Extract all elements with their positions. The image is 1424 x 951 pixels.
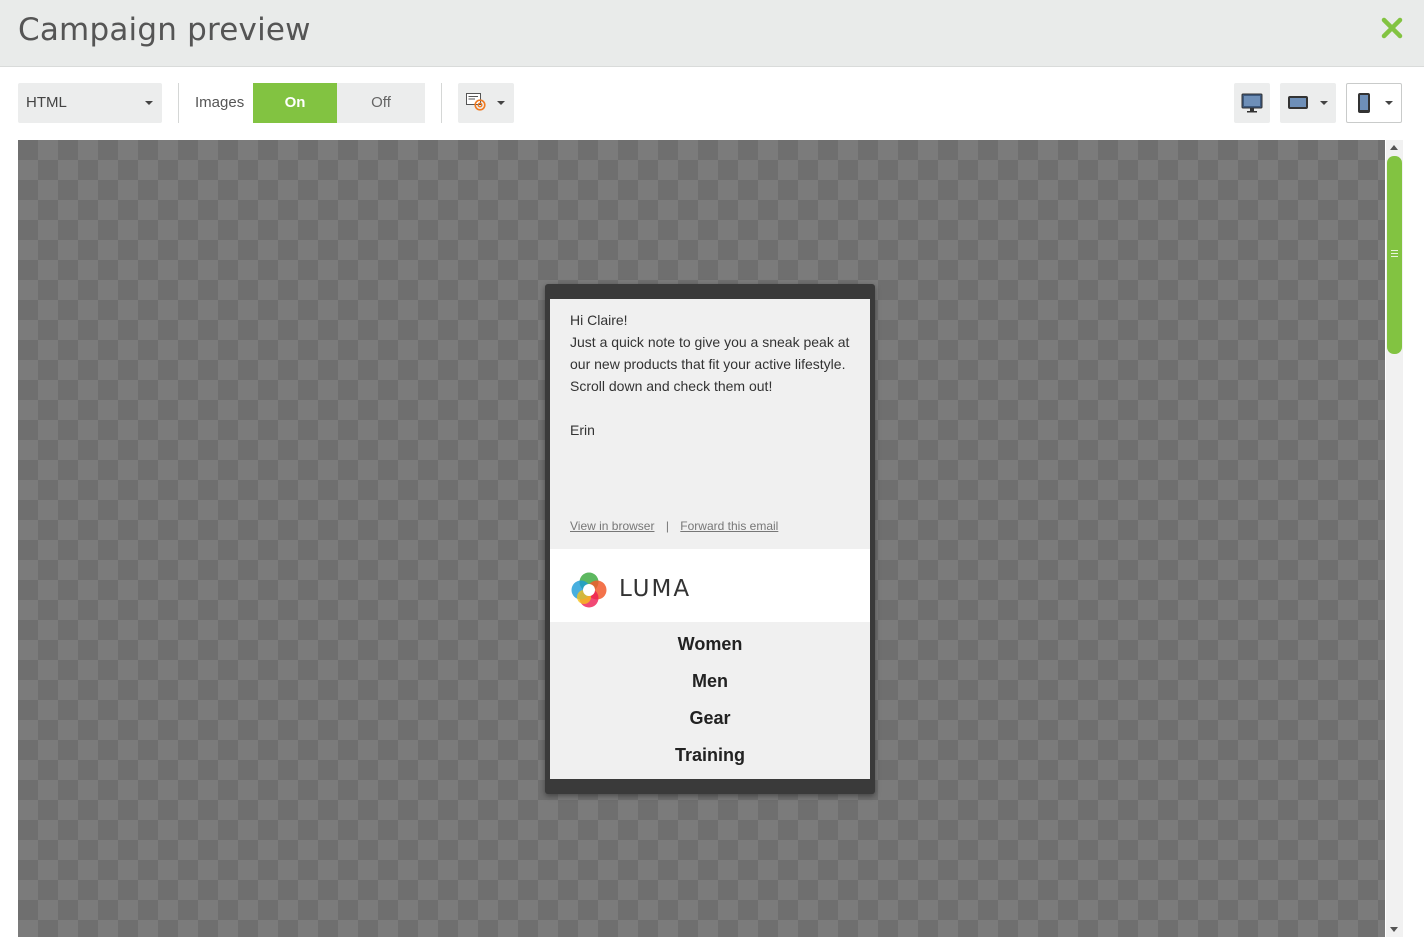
format-select-value: HTML <box>26 94 67 111</box>
email-message: Hi Claire! Just a quick note to give you… <box>570 309 855 441</box>
grip-icon <box>1391 256 1398 257</box>
brand-name: LUMA <box>619 576 692 602</box>
images-label: Images <box>195 94 245 111</box>
brand-header: LUMA <box>550 549 870 622</box>
desktop-view-button[interactable] <box>1234 83 1270 123</box>
close-icon <box>1381 17 1403 39</box>
chevron-down-icon <box>145 101 153 105</box>
chevron-down-icon <box>1320 101 1328 105</box>
scroll-up-icon[interactable] <box>1390 145 1398 150</box>
email-body-line: our new products that fit your active li… <box>570 356 846 372</box>
email-client-icon <box>466 93 486 111</box>
chevron-down-icon <box>497 101 505 105</box>
email-client-dropdown[interactable] <box>458 83 514 123</box>
title-bar: Campaign preview <box>0 0 1424 67</box>
images-toggle[interactable]: On Off <box>253 83 425 123</box>
email-preview[interactable]: Hi Claire! Just a quick note to give you… <box>550 299 870 779</box>
nav-item-gear[interactable]: Gear <box>550 696 870 733</box>
nav-item-training[interactable]: Training <box>550 733 870 770</box>
tablet-view-dropdown[interactable] <box>1280 83 1336 123</box>
email-links: View in browser | Forward this email <box>570 519 778 533</box>
vertical-scrollbar[interactable] <box>1386 140 1403 937</box>
link-separator: | <box>665 519 669 533</box>
email-signature: Erin <box>570 422 595 438</box>
grip-icon <box>1391 250 1398 251</box>
email-nav: Women Men Gear Training <box>550 622 870 770</box>
nav-item-men[interactable]: Men <box>550 659 870 696</box>
format-select[interactable]: HTML <box>18 83 162 123</box>
email-body-line: Just a quick note to give you a sneak pe… <box>570 334 850 350</box>
phone-view-dropdown[interactable] <box>1346 83 1402 123</box>
phone-portrait-icon <box>1358 93 1370 113</box>
email-body-line: Scroll down and check them out! <box>570 378 773 394</box>
toolbar: HTML Images On Off <box>0 67 1424 139</box>
preview-canvas: Hi Claire! Just a quick note to give you… <box>18 140 1385 937</box>
view-in-browser-link[interactable]: View in browser <box>570 519 654 533</box>
scroll-down-icon[interactable] <box>1390 927 1398 932</box>
divider <box>441 83 442 123</box>
chevron-down-icon <box>1385 101 1393 105</box>
luma-logo-icon <box>571 572 607 608</box>
page-title: Campaign preview <box>18 12 311 48</box>
desktop-icon <box>1241 93 1263 113</box>
nav-item-women[interactable]: Women <box>550 622 870 659</box>
forward-email-link[interactable]: Forward this email <box>680 519 778 533</box>
divider <box>178 83 179 123</box>
images-on-button[interactable]: On <box>253 83 337 123</box>
email-greeting: Hi Claire! <box>570 312 628 328</box>
grip-icon <box>1391 253 1398 254</box>
close-button[interactable] <box>1378 14 1406 42</box>
scrollbar-thumb[interactable] <box>1387 156 1402 354</box>
images-off-button[interactable]: Off <box>337 83 425 123</box>
tablet-landscape-icon <box>1288 96 1308 109</box>
phone-frame: Hi Claire! Just a quick note to give you… <box>545 284 875 794</box>
